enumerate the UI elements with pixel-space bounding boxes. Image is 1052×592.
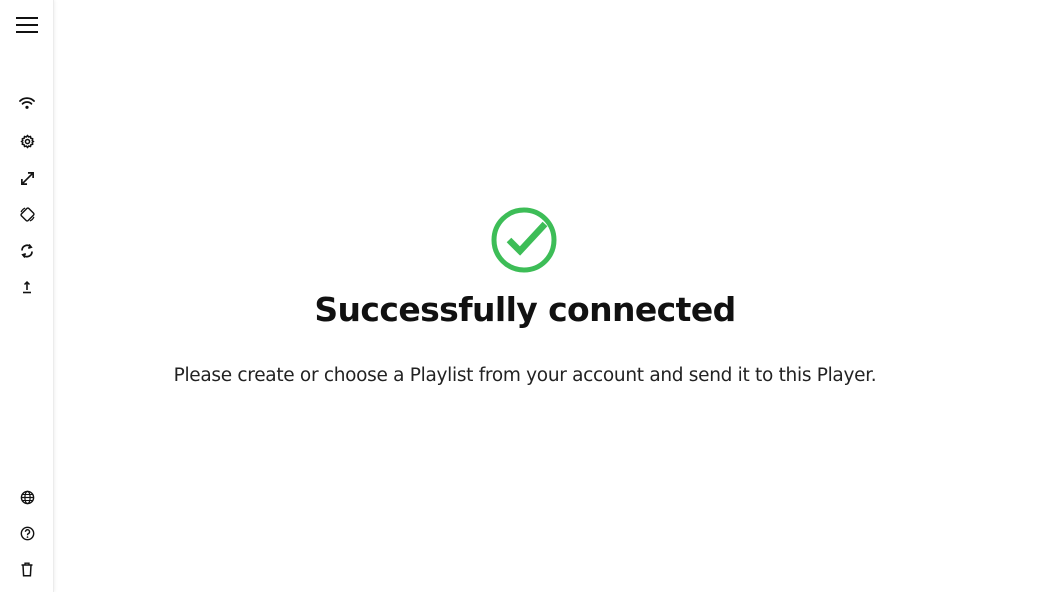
refresh-icon bbox=[21, 243, 33, 259]
upload-icon bbox=[23, 280, 31, 294]
help-icon bbox=[20, 526, 34, 540]
expand-icon bbox=[20, 171, 34, 185]
gear-icon bbox=[20, 134, 34, 148]
check-circle-ring bbox=[491, 207, 557, 273]
settings-button[interactable] bbox=[7, 126, 47, 156]
check-circle-icon bbox=[491, 207, 557, 273]
status-title: Successfully connected bbox=[314, 290, 736, 329]
refresh-button[interactable] bbox=[7, 236, 47, 266]
status-message: Please create or choose a Playlist from … bbox=[173, 365, 877, 386]
menu-icon bbox=[16, 17, 38, 33]
wifi-button[interactable] bbox=[7, 88, 47, 118]
help-button[interactable] bbox=[7, 518, 47, 548]
upload-button[interactable] bbox=[7, 272, 47, 302]
app-window: Successfully connected Please create or … bbox=[0, 0, 1052, 592]
globe-icon bbox=[20, 490, 34, 504]
trash-icon bbox=[21, 562, 33, 577]
language-button[interactable] bbox=[7, 482, 47, 512]
delete-button[interactable] bbox=[7, 554, 47, 584]
wifi-icon bbox=[19, 97, 35, 109]
check-mark bbox=[506, 221, 548, 256]
rotate-screen-button[interactable] bbox=[7, 199, 47, 229]
menu-button[interactable] bbox=[7, 10, 47, 40]
fullscreen-button[interactable] bbox=[7, 163, 47, 193]
sidebar bbox=[0, 0, 54, 592]
main-content: Successfully connected Please create or … bbox=[54, 0, 1052, 592]
screen-rotation-icon bbox=[19, 206, 35, 222]
